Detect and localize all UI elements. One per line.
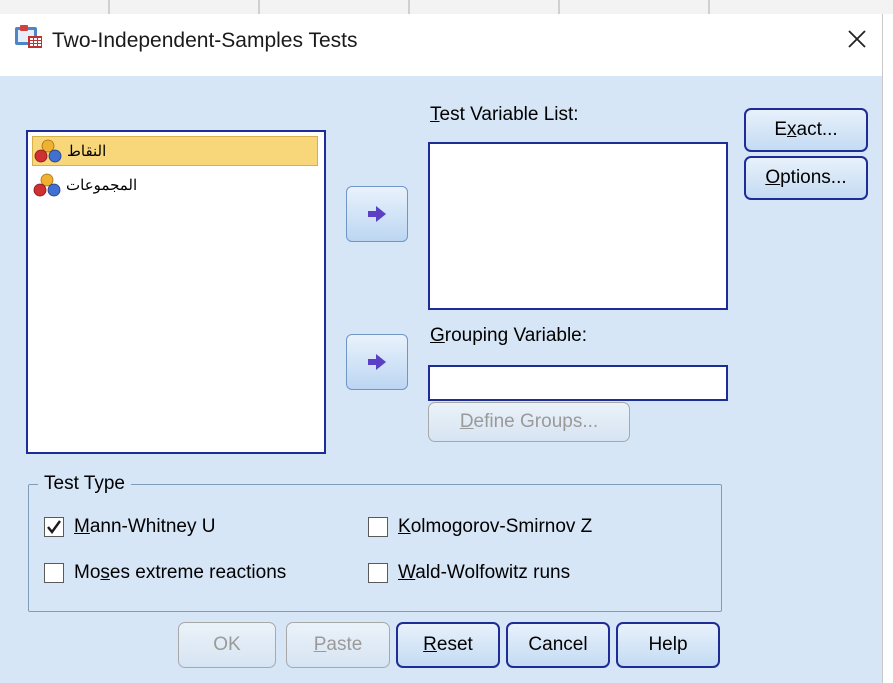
arrow-right-icon [368,206,386,222]
source-variable-list[interactable]: النقاط المجموعات [26,130,326,454]
test-type-legend: Test Type [38,473,131,495]
checkbox-unchecked[interactable] [368,517,388,537]
list-item[interactable]: النقاط [32,136,318,166]
background-divider [708,0,710,14]
grouping-variable-field[interactable] [428,365,728,401]
option-label: Mann-Whitney U [74,516,216,537]
option-label: Kolmogorov-Smirnov Z [398,516,593,537]
variable-label: النقاط [67,143,107,160]
checkmark-icon [47,520,61,534]
ok-button[interactable]: OK [178,622,276,668]
paste-button[interactable]: Paste [286,622,390,668]
checkbox-unchecked[interactable] [44,563,64,583]
help-button[interactable]: Help [616,622,720,668]
variable-label: المجموعات [66,177,138,194]
option-label: Moses extreme reactions [74,562,287,583]
grouping-variable-label: Grouping Variable: [430,325,588,346]
list-item[interactable]: المجموعات [32,170,318,200]
background-divider [408,0,410,14]
background-divider [558,0,560,14]
background-window-strip [0,0,893,14]
wald-wolfowitz-option[interactable]: Wald-Wolfowitz runs [368,562,570,584]
background-divider [108,0,110,14]
options-button[interactable]: Options... [744,156,868,200]
reset-button[interactable]: Reset [396,622,500,668]
arrow-right-icon [368,354,386,370]
option-label: Wald-Wolfowitz runs [398,562,571,583]
checkbox-checked[interactable] [44,517,64,537]
nominal-variable-icon [33,173,61,197]
spss-dialog-icon [14,24,44,50]
close-icon [848,30,866,48]
moses-option[interactable]: Moses extreme reactions [44,562,286,584]
test-type-group [28,484,722,612]
cancel-button[interactable]: Cancel [506,622,610,668]
define-groups-button[interactable]: Define Groups... [428,402,630,442]
close-button[interactable] [840,22,874,56]
test-variable-list-label: Test Variable List: [430,104,579,125]
kolmogorov-smirnov-option[interactable]: Kolmogorov-Smirnov Z [368,516,592,538]
nominal-variable-icon [34,139,62,163]
background-divider [258,0,260,14]
move-to-test-list-button[interactable] [346,186,408,242]
mann-whitney-option[interactable]: Mann-Whitney U [44,516,216,538]
exact-button[interactable]: Ex act... [744,108,868,152]
test-variable-list[interactable] [428,142,728,310]
window-title: Two-Independent-Samples Tests [52,29,358,52]
two-independent-samples-dialog: Two-Independent-Samples Tests النقاط الم… [0,14,883,683]
checkbox-unchecked[interactable] [368,563,388,583]
move-to-grouping-button[interactable] [346,334,408,390]
title-bar: Two-Independent-Samples Tests [0,14,882,76]
